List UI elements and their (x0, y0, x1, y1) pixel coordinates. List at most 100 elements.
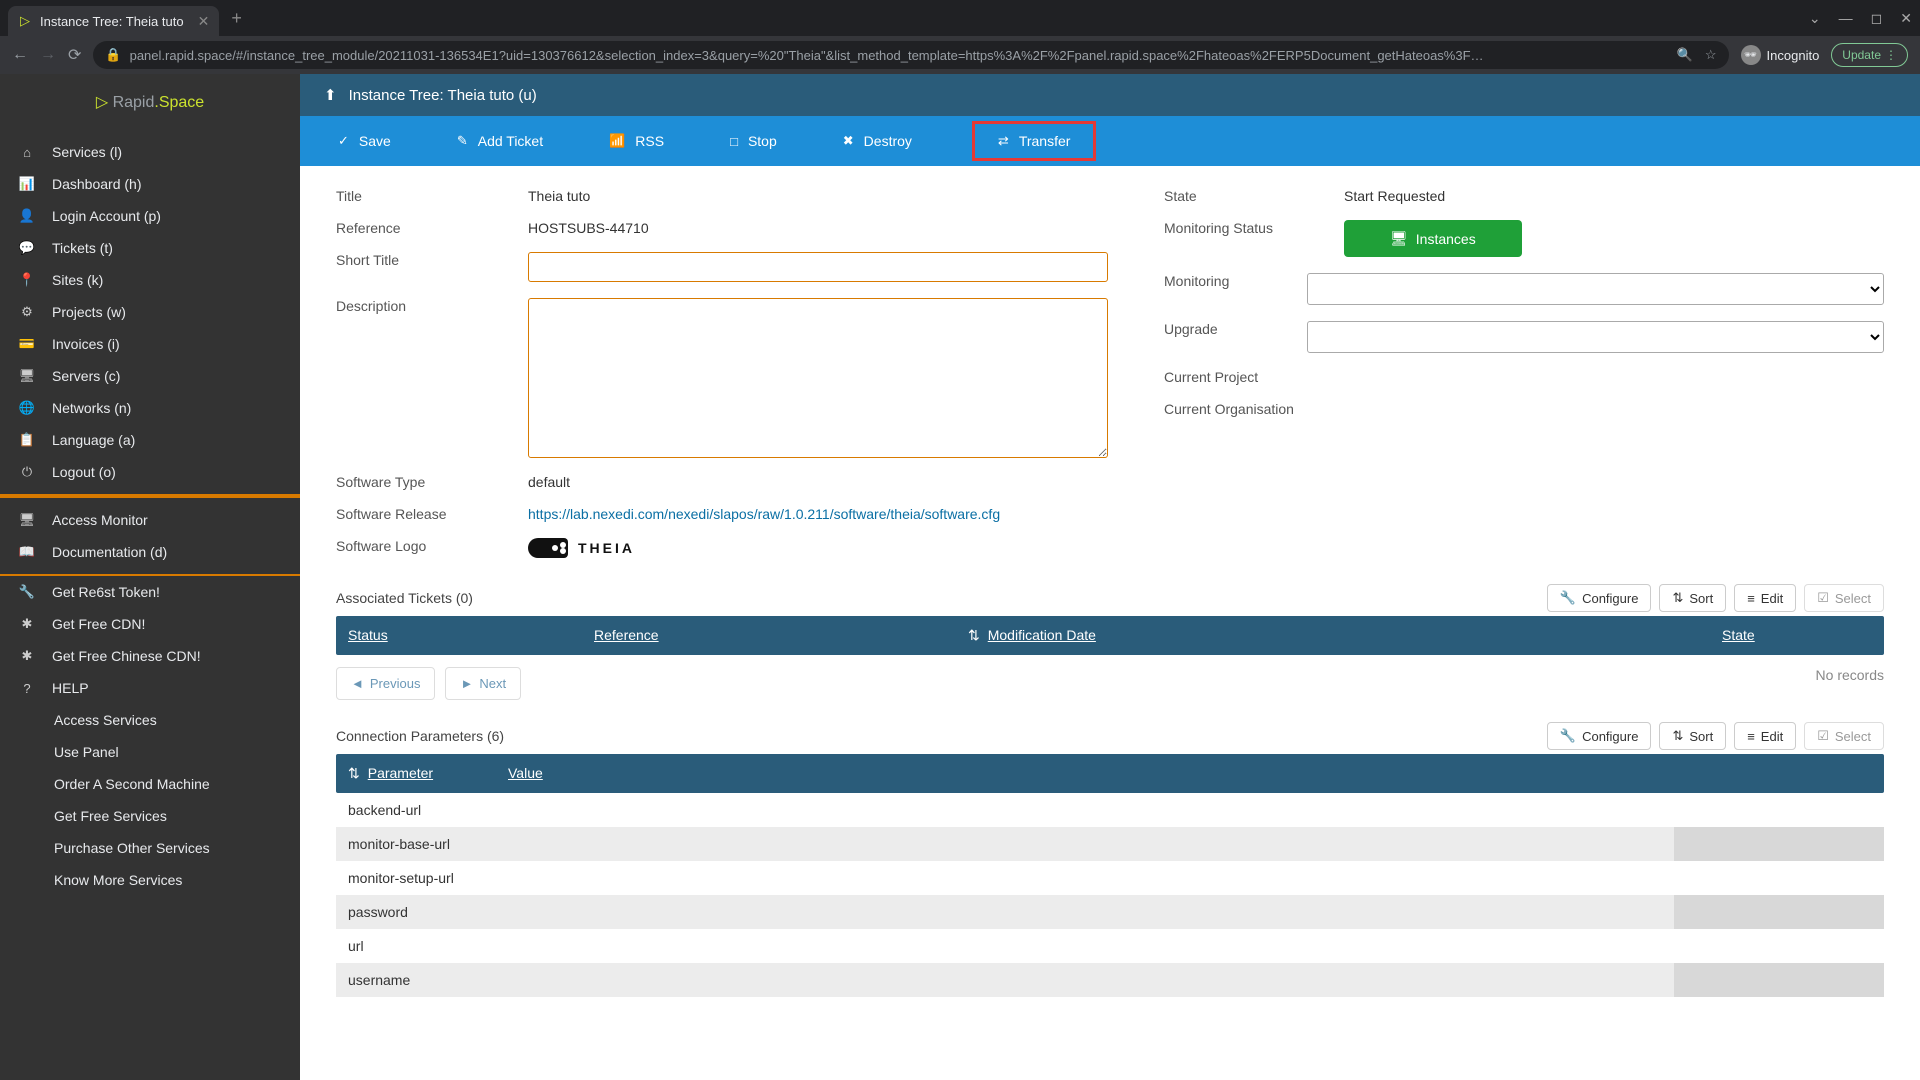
sidebar-item[interactable]: ✱Get Free CDN! (0, 608, 300, 640)
state-value: Start Requested (1344, 188, 1445, 204)
cur-org-label: Current Organisation (1164, 401, 1384, 417)
transfer-icon: ⇄ (998, 133, 1009, 149)
sidebar-item[interactable]: 📋Language (a) (0, 424, 300, 456)
destroy-button[interactable]: ✖Destroy (823, 123, 958, 159)
sidebar-item-icon: ⌂ (18, 145, 36, 160)
description-label: Description (336, 298, 528, 314)
th-state[interactable]: State (1722, 627, 1872, 644)
browser-toolbar: ← → ⟳ 🔒 panel.rapid.space/#/instance_tre… (0, 36, 1920, 74)
conn-value (504, 929, 1884, 963)
check-square-icon: ☑ (1817, 728, 1829, 744)
edit-button[interactable]: ≡Edit (1734, 584, 1796, 612)
monitoring-select[interactable] (1307, 273, 1884, 305)
conn-extra (1674, 827, 1884, 861)
th-value[interactable]: Value (508, 765, 1872, 782)
sidebar-item[interactable]: ⏻Logout (o) (0, 456, 300, 488)
previous-button[interactable]: ◄Previous (336, 667, 435, 700)
sidebar-help-item[interactable]: Access Services (0, 704, 300, 736)
sidebar-help-item[interactable]: Use Panel (0, 736, 300, 768)
logo[interactable]: ▷ Rapid.Space (0, 74, 300, 130)
short-title-label: Short Title (336, 252, 528, 268)
conn-param: password (336, 895, 504, 929)
back-icon[interactable]: ← (12, 46, 28, 64)
sidebar-item-label: Logout (o) (52, 464, 116, 480)
star-icon[interactable]: ☆ (1705, 47, 1717, 63)
th-status[interactable]: Status (348, 627, 594, 644)
description-input[interactable] (528, 298, 1108, 458)
th-modification[interactable]: Modification Date (988, 627, 1096, 644)
maximize-icon[interactable]: ◻ (1871, 10, 1883, 27)
edit-button-2[interactable]: ≡Edit (1734, 722, 1796, 750)
conn-param: monitor-setup-url (336, 861, 504, 895)
sidebar-promo-section: 🔧Get Re6st Token!✱Get Free CDN!✱Get Free… (0, 576, 300, 672)
sidebar-item[interactable]: 🖥Servers (c) (0, 360, 300, 392)
next-button[interactable]: ►Next (445, 667, 521, 700)
sidebar-item[interactable]: 💳Invoices (i) (0, 328, 300, 360)
address-bar[interactable]: 🔒 panel.rapid.space/#/instance_tree_modu… (93, 41, 1728, 69)
sidebar-item[interactable]: 📊Dashboard (h) (0, 168, 300, 200)
sidebar-help-item[interactable]: Order A Second Machine (0, 768, 300, 800)
add-ticket-button[interactable]: ✎Add Ticket (437, 123, 589, 159)
stop-button[interactable]: □Stop (710, 123, 823, 159)
close-window-icon[interactable]: ✕ (1900, 10, 1912, 27)
sidebar-item-label: Invoices (i) (52, 336, 120, 352)
sidebar-help-item[interactable]: Get Free Services (0, 800, 300, 832)
sidebar-item[interactable]: ✱Get Free Chinese CDN! (0, 640, 300, 672)
stop-icon: □ (730, 134, 738, 149)
incognito-icon: 🕶 (1741, 45, 1761, 65)
sidebar-item[interactable]: 🖥Access Monitor (0, 504, 300, 536)
tab-favicon: ▷ (18, 14, 32, 28)
sidebar-item[interactable]: 📍Sites (k) (0, 264, 300, 296)
reload-icon[interactable]: ⟳ (68, 45, 81, 65)
transfer-button[interactable]: ⇄Transfer (974, 123, 1095, 159)
select-button-2[interactable]: ☑Select (1804, 722, 1884, 750)
sort-button[interactable]: ⇅Sort (1659, 584, 1726, 612)
conn-row: monitor-base-url (336, 827, 1884, 861)
browser-tab[interactable]: ▷ Instance Tree: Theia tuto ✕ (8, 6, 219, 36)
software-release-label: Software Release (336, 506, 528, 522)
up-arrow-icon[interactable]: ⬆ (324, 86, 337, 104)
software-logo: THEIA (528, 538, 635, 558)
sort-button-2[interactable]: ⇅Sort (1659, 722, 1726, 750)
sidebar-item[interactable]: 👤Login Account (p) (0, 200, 300, 232)
conn-value (504, 793, 1884, 827)
sidebar-item[interactable]: ⚙Projects (w) (0, 296, 300, 328)
upgrade-select[interactable] (1307, 321, 1884, 353)
conn-extra (1674, 963, 1884, 997)
rss-button[interactable]: 📶RSS (589, 123, 710, 159)
sidebar-item-label: Language (a) (52, 432, 135, 448)
instances-button[interactable]: 🖥Instances (1344, 220, 1522, 257)
list-icon: ≡ (1747, 729, 1755, 744)
zoom-icon[interactable]: 🔍 (1677, 47, 1693, 63)
new-tab-button[interactable]: + (231, 8, 242, 29)
software-logo-label: Software Logo (336, 538, 528, 554)
question-icon (18, 681, 36, 696)
th-reference[interactable]: Reference (594, 627, 968, 644)
minimize-icon[interactable]: — (1839, 10, 1853, 26)
configure-button-2[interactable]: 🔧Configure (1547, 722, 1652, 750)
sidebar-item-icon: 🌐 (18, 400, 36, 416)
configure-button[interactable]: 🔧Configure (1547, 584, 1652, 612)
save-button[interactable]: ✓Save (318, 123, 437, 159)
sidebar-item[interactable]: 💬Tickets (t) (0, 232, 300, 264)
sidebar-item-label: Networks (n) (52, 400, 131, 416)
sidebar-help-header[interactable]: HELP (0, 672, 300, 704)
sidebar-item[interactable]: 🔧Get Re6st Token! (0, 576, 300, 608)
chevron-down-icon[interactable]: ⌄ (1809, 10, 1821, 27)
incognito-indicator: 🕶 Incognito (1741, 45, 1820, 65)
th-parameter[interactable]: Parameter (368, 765, 433, 782)
tab-close-icon[interactable]: ✕ (198, 13, 210, 30)
update-button[interactable]: Update ⋮ (1831, 43, 1908, 67)
sidebar-item-label: Servers (c) (52, 368, 120, 384)
sidebar-mid-section: 🖥Access Monitor📖Documentation (d) (0, 496, 300, 576)
sidebar-help-item[interactable]: Purchase Other Services (0, 832, 300, 864)
sidebar-help-item[interactable]: Know More Services (0, 864, 300, 896)
select-button[interactable]: ☑Select (1804, 584, 1884, 612)
sidebar-item[interactable]: 📖Documentation (d) (0, 536, 300, 568)
sidebar-item[interactable]: ⌂Services (l) (0, 136, 300, 168)
software-release-link[interactable]: https://lab.nexedi.com/nexedi/slapos/raw… (528, 506, 1000, 522)
sidebar-item-label: Know More Services (54, 872, 182, 888)
short-title-input[interactable] (528, 252, 1108, 282)
sidebar-item-label: Get Free Chinese CDN! (52, 648, 201, 664)
sidebar-item[interactable]: 🌐 Networks (n) (0, 392, 300, 424)
